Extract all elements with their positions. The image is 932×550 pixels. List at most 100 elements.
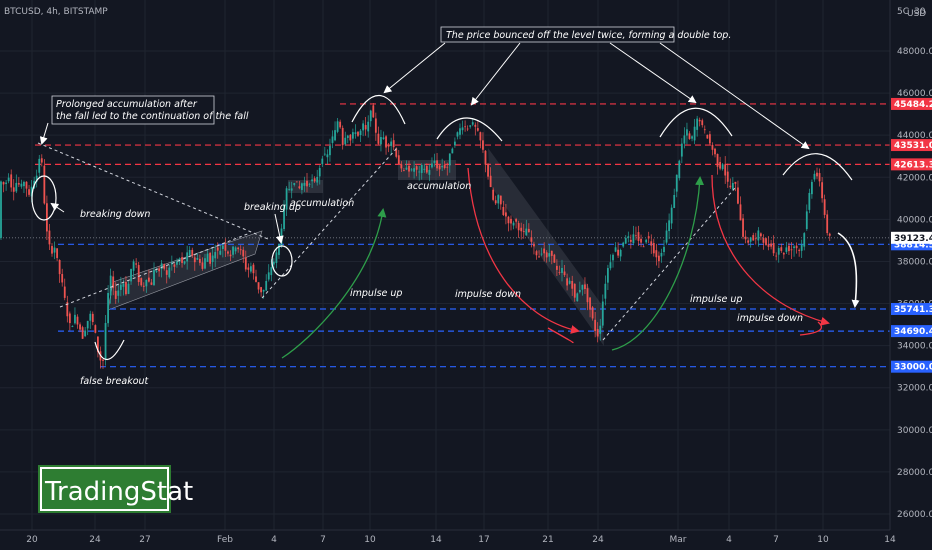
- candle-body: [68, 313, 71, 324]
- candle-body: [553, 254, 556, 263]
- candle-body: [155, 270, 158, 272]
- candle-body: [739, 204, 742, 221]
- candle-body: [461, 127, 464, 131]
- candle-body: [747, 240, 750, 243]
- candle-body: [329, 145, 331, 156]
- candle-body: [617, 249, 619, 256]
- candle-body: [719, 161, 721, 169]
- candle-body: [510, 218, 512, 224]
- candle-body: [79, 324, 81, 330]
- time-tick-label: Mar: [670, 535, 687, 545]
- level-price-label: 42613.30: [894, 160, 932, 170]
- candle-body: [691, 136, 693, 139]
- candle-body: [448, 153, 451, 166]
- candle-body: [20, 183, 23, 187]
- candle-body: [262, 289, 265, 292]
- candle-body: [772, 243, 775, 254]
- candle-body: [703, 129, 706, 131]
- candle-body: [5, 182, 7, 184]
- candle-body: [148, 277, 150, 282]
- candle-body: [413, 168, 415, 172]
- candle-body: [145, 279, 148, 287]
- candle-body: [805, 211, 808, 230]
- candle-body: [250, 266, 252, 272]
- candle-body: [517, 223, 520, 231]
- fall-accumulation-text-2: the fall led to the continuation of the …: [56, 111, 249, 122]
- candle-body: [816, 172, 818, 177]
- candle-body: [821, 182, 823, 199]
- candle-body: [568, 280, 571, 284]
- candle-body: [367, 121, 370, 132]
- price-tick-label: 42000.00: [897, 173, 932, 183]
- candle-body: [808, 192, 811, 210]
- candle-body: [586, 288, 589, 303]
- candle-body: [89, 313, 92, 321]
- candle-body: [165, 270, 168, 275]
- candle-body: [828, 233, 831, 236]
- candle-body: [678, 160, 681, 179]
- candle-body: [234, 247, 237, 252]
- candle-body: [563, 271, 566, 276]
- candle-body: [204, 258, 206, 269]
- candle-body: [109, 275, 112, 296]
- candle-body: [479, 132, 482, 141]
- candle-body: [589, 297, 591, 310]
- candle-body: [318, 168, 321, 177]
- candle-body: [219, 250, 222, 255]
- candle-body: [221, 245, 224, 250]
- candle-body: [566, 278, 568, 286]
- price-tick-label: 28000.00: [897, 468, 932, 478]
- candle-body: [48, 230, 51, 245]
- impulse-up-label-1: impulse up: [350, 288, 402, 299]
- time-tick-label: 21: [542, 535, 553, 545]
- candle-body: [790, 249, 793, 251]
- candle-body: [441, 166, 444, 168]
- candle-body: [308, 183, 311, 185]
- candle-body: [502, 206, 505, 216]
- candle-body: [471, 122, 474, 125]
- price-chart[interactable]: The price bounced off the level twice, f…: [0, 0, 932, 550]
- candle-body: [237, 247, 240, 250]
- candle-body: [403, 169, 405, 171]
- candle-body: [242, 249, 245, 257]
- candle-body: [46, 203, 48, 232]
- candle-body: [23, 181, 25, 187]
- candle-body: [377, 133, 380, 144]
- candle-body: [369, 110, 372, 122]
- candle-body: [578, 289, 581, 293]
- candle-body: [199, 258, 201, 263]
- candle-body: [193, 257, 196, 263]
- candle-body: [446, 166, 449, 168]
- candle-body: [731, 182, 734, 190]
- time-tick-label: 27: [139, 535, 150, 545]
- candle-body: [571, 280, 574, 289]
- symbol-label[interactable]: BTCUSD, 4h, BITSTAMP: [4, 7, 108, 17]
- candle-body: [438, 165, 441, 170]
- impulse-down-label-1: impulse down: [455, 289, 521, 300]
- price-tick-label: 26000.00: [897, 510, 932, 520]
- candle-body: [423, 168, 426, 170]
- candle-body: [782, 253, 785, 255]
- candle-body: [752, 235, 755, 241]
- candle-body: [53, 247, 56, 253]
- accumulation-label-2: accumulation: [407, 181, 471, 192]
- candle-body: [550, 250, 553, 256]
- candle-body: [352, 132, 354, 139]
- candle-body: [405, 167, 408, 170]
- candle-body: [515, 219, 517, 222]
- candle-body: [51, 246, 53, 254]
- candle-body: [624, 237, 627, 244]
- candle-body: [107, 292, 109, 324]
- candle-body: [696, 118, 699, 130]
- candle-body: [311, 179, 313, 182]
- candle-body: [645, 239, 648, 243]
- candle-body: [2, 182, 5, 185]
- candle-body: [58, 259, 61, 275]
- candle-body: [306, 180, 308, 187]
- candle-body: [380, 137, 382, 145]
- candle-body: [244, 257, 247, 270]
- time-tick-label: 4: [271, 535, 277, 545]
- candle-body: [38, 158, 41, 173]
- candle-body: [160, 263, 163, 270]
- candle-body: [581, 284, 584, 290]
